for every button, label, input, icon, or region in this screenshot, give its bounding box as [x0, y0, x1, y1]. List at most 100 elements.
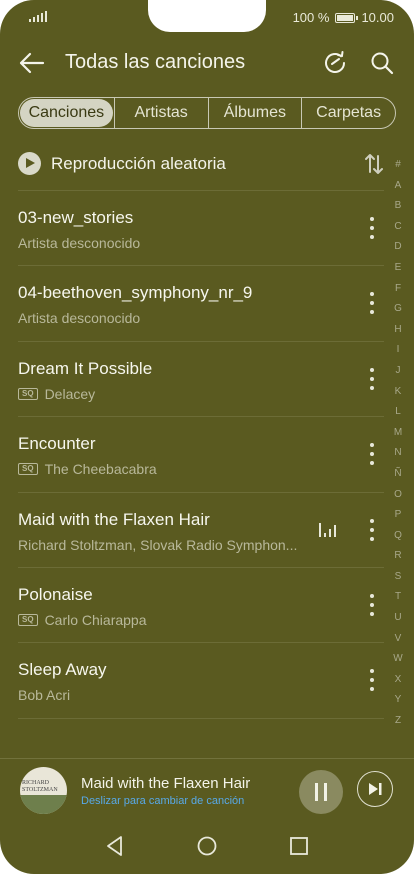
song-artist: Delacey — [44, 385, 96, 402]
song-row[interactable]: Encounter SQ The Cheebacabra — [18, 416, 384, 491]
more-options-icon[interactable] — [370, 593, 374, 616]
pause-button[interactable] — [299, 770, 343, 814]
alphabet-letter[interactable]: E — [395, 258, 402, 279]
more-options-icon[interactable] — [370, 518, 374, 541]
song-title: Encounter — [18, 434, 96, 454]
alphabet-letter[interactable]: Z — [395, 711, 401, 732]
sq-badge: SQ — [18, 613, 38, 626]
alphabet-letter[interactable]: A — [395, 176, 402, 197]
status-bar: 100 % 10.00 — [0, 0, 414, 34]
more-options-icon[interactable] — [370, 443, 374, 466]
sq-badge: SQ — [18, 387, 38, 400]
song-row[interactable]: Polonaise SQ Carlo Chiarappa — [18, 566, 384, 642]
alphabet-letter[interactable]: T — [395, 587, 401, 608]
alphabet-letter[interactable]: G — [394, 299, 402, 320]
tab-carpetas[interactable]: Carpetas — [301, 98, 395, 128]
alphabet-letter[interactable]: B — [395, 196, 402, 217]
album-cover: RICHARD STOLTZMAN — [20, 767, 67, 814]
song-title: Polonaise — [18, 584, 93, 604]
next-track-button[interactable] — [357, 771, 393, 807]
song-title: Dream It Possible — [18, 358, 153, 378]
skip-next-icon — [369, 783, 382, 795]
song-title: 04-beethoven_symphony_nr_9 — [18, 283, 253, 303]
nav-back-icon[interactable] — [104, 835, 126, 857]
alphabet-letter[interactable]: Q — [394, 526, 402, 547]
search-icon[interactable] — [369, 50, 395, 76]
song-title: Maid with the Flaxen Hair — [18, 509, 210, 529]
nav-home-icon[interactable] — [196, 835, 218, 857]
more-options-icon[interactable] — [370, 217, 374, 239]
song-subtitle: Bob Acri — [18, 687, 70, 703]
alphabet-letter[interactable]: # — [395, 155, 401, 176]
now-playing-title: Maid with the Flaxen Hair — [81, 775, 251, 792]
song-artist: Richard Stoltzman, Slovak Radio Symphon.… — [18, 536, 298, 553]
sq-badge: SQ — [18, 463, 38, 476]
tab-artistas[interactable]: Artistas — [113, 98, 208, 128]
song-title: 03-new_stories — [18, 208, 134, 227]
play-circle-icon — [18, 152, 41, 175]
song-row[interactable]: 03-new_stories Artista desconocido — [18, 190, 384, 265]
shuffle-play-row[interactable]: Reproducción aleatoria — [18, 146, 384, 182]
alphabet-index[interactable]: # A B C D E F G H I J K L M N Ñ O P Q R S T U V W X Y Z — [391, 155, 405, 732]
song-artist: The Cheebacabra — [44, 461, 157, 478]
alphabet-letter[interactable]: V — [395, 629, 402, 650]
alphabet-letter[interactable]: I — [397, 340, 400, 361]
alphabet-letter[interactable]: O — [394, 485, 402, 506]
alphabet-letter[interactable]: L — [395, 402, 401, 423]
song-subtitle: SQ Carlo Chiarappa — [18, 612, 147, 628]
song-row[interactable]: 04-beethoven_symphony_nr_9 Artista descon… — [18, 265, 384, 340]
clock: 10.00 — [361, 10, 394, 25]
alphabet-letter[interactable]: J — [396, 361, 401, 382]
song-subtitle: Richard Stoltzman, Slovak Radio Symphon.… — [18, 537, 297, 553]
song-artist: Bob Acri — [18, 687, 71, 704]
sort-icon[interactable] — [364, 152, 384, 176]
tab-albumes[interactable]: Álbumes — [207, 98, 302, 128]
now-playing-hint: Deslizar para cambiar de canción — [81, 795, 245, 807]
alphabet-letter[interactable]: F — [395, 279, 401, 300]
song-row[interactable]: Sleep Away Bob Acri — [18, 642, 384, 717]
back-arrow-icon[interactable] — [18, 50, 46, 76]
signal-icon — [29, 10, 47, 22]
more-options-icon[interactable] — [370, 292, 374, 315]
tab-bar: Canciones Artistas Álbumes Carpetas — [18, 97, 396, 129]
alphabet-letter[interactable]: U — [394, 608, 401, 629]
alphabet-letter[interactable]: S — [395, 567, 402, 588]
alphabet-letter[interactable]: X — [395, 670, 402, 691]
alphabet-letter[interactable]: Y — [395, 690, 402, 711]
song-row[interactable]: Maid with the Flaxen Hair Richard Stoltzm… — [18, 491, 384, 567]
alphabet-letter[interactable]: C — [394, 217, 401, 238]
alphabet-letter[interactable]: K — [395, 382, 402, 403]
song-list: 03-new_stories Artista desconocido 04-beet… — [18, 190, 384, 719]
history-icon[interactable] — [322, 50, 348, 76]
more-options-icon[interactable] — [370, 367, 374, 390]
alphabet-letter[interactable]: D — [394, 237, 401, 258]
song-subtitle: SQ Delacey — [18, 386, 95, 402]
alphabet-letter[interactable]: W — [393, 649, 402, 670]
album-cover-text: RICHARD STOLTZMAN — [22, 780, 58, 793]
song-subtitle: SQ The Cheebacabra — [18, 461, 157, 477]
alphabet-letter[interactable]: R — [394, 546, 401, 567]
alphabet-letter[interactable]: N — [394, 443, 401, 464]
nav-recents-icon[interactable] — [288, 835, 310, 857]
alphabet-letter[interactable]: H — [394, 320, 401, 341]
song-subtitle: Artista desconocido — [18, 235, 140, 251]
battery-percent: 100 % — [292, 10, 330, 25]
system-nav-bar — [0, 822, 414, 874]
song-artist: Carlo Chiarappa — [44, 611, 147, 628]
song-title: Sleep Away — [18, 660, 107, 680]
tab-canciones[interactable]: Canciones — [20, 99, 113, 127]
song-artist: Artista desconocido — [18, 310, 141, 327]
alphabet-letter[interactable]: Ñ — [394, 464, 401, 485]
page-title: Todas las canciones — [65, 51, 246, 73]
song-subtitle: Artista desconocido — [18, 310, 140, 326]
more-options-icon[interactable] — [370, 669, 374, 692]
song-row[interactable]: Dream It Possible SQ Delacey — [18, 340, 384, 416]
battery-icon — [335, 12, 359, 23]
status-right: 100 % 10.00 — [293, 10, 394, 25]
alphabet-letter[interactable]: M — [394, 423, 402, 444]
song-artist: Artista desconocido — [18, 235, 141, 251]
now-playing-eq-icon — [319, 521, 336, 537]
alphabet-letter[interactable]: P — [395, 505, 402, 526]
shuffle-label: Reproducción aleatoria — [51, 154, 226, 173]
mini-player[interactable]: RICHARD STOLTZMAN Maid with the Flaxen H… — [0, 758, 414, 823]
